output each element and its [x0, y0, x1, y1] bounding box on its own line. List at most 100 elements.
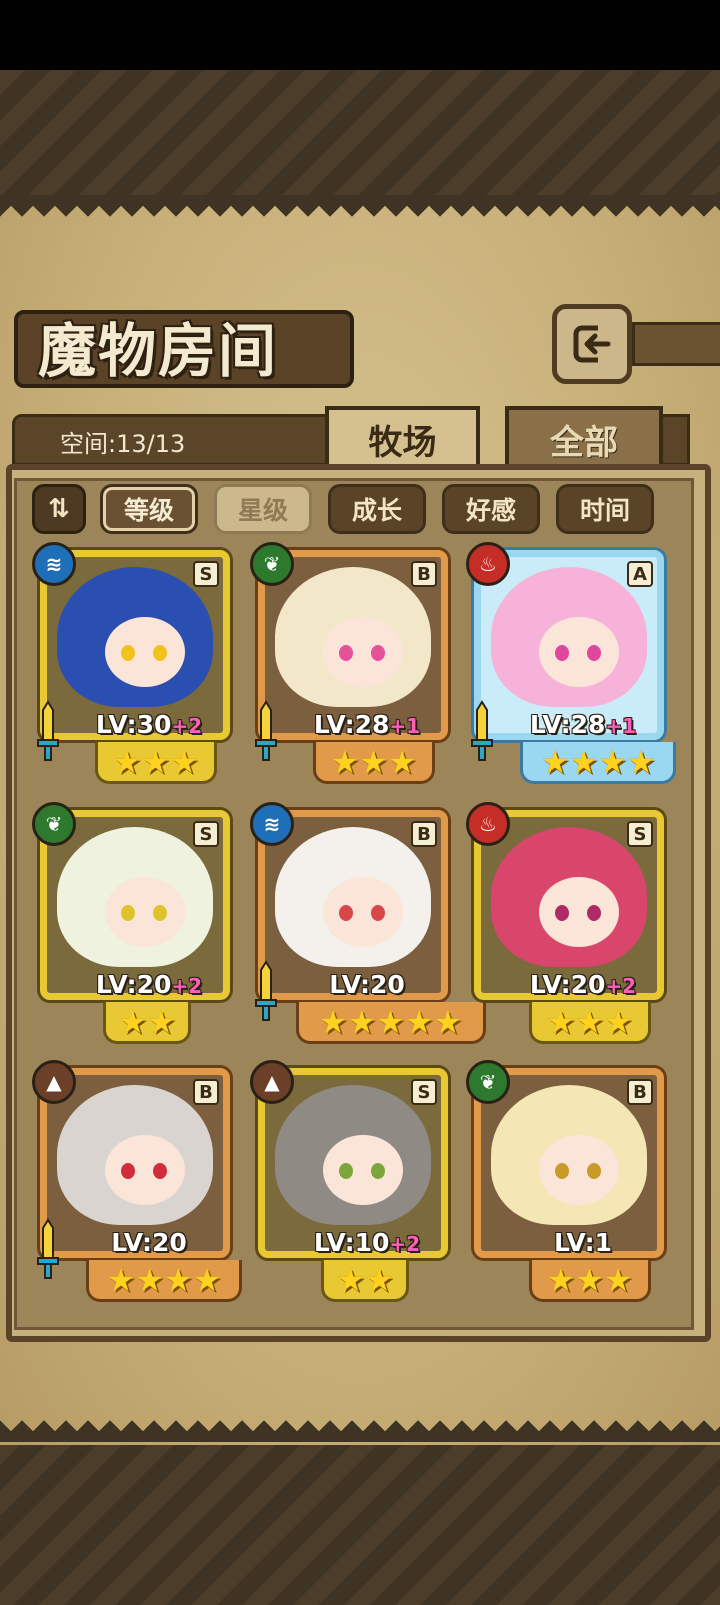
monster-eye: [587, 905, 601, 921]
monster-portrait: [57, 1085, 213, 1225]
sort-order-button[interactable]: ⇅: [32, 484, 86, 534]
grass-element-icon: ❦: [32, 802, 76, 846]
monster-card[interactable]: B ❦ LV:28+1 ★★★: [250, 542, 448, 790]
star-rating: ★★★: [528, 1002, 651, 1044]
level-bonus: +2: [389, 1232, 421, 1256]
monster-eye: [371, 1163, 385, 1179]
level-label: LV:20: [74, 1228, 224, 1257]
monster-card[interactable]: A ♨ LV:28+1 ★★★★: [466, 542, 676, 790]
monster-eye: [587, 1163, 601, 1179]
level-label: LV:28+1: [292, 710, 442, 739]
level-bonus: +1: [605, 714, 637, 738]
fire-element-icon: ♨: [466, 802, 510, 846]
star-rating: ★★: [321, 1260, 409, 1302]
monster-eye: [371, 645, 385, 661]
monster-face: [105, 1135, 185, 1205]
star-rating: ★★★: [528, 1260, 651, 1302]
level-value: LV:30: [95, 710, 172, 739]
monster-eye: [339, 645, 353, 661]
monster-eye: [121, 905, 135, 921]
rank-badge: S: [193, 561, 219, 587]
monster-card[interactable]: B ≋ LV:20 ★★★★★: [250, 802, 486, 1050]
sort-affection-button[interactable]: 好感: [442, 484, 540, 534]
monster-eye: [555, 645, 569, 661]
monster-portrait: [57, 567, 213, 707]
level-bonus: +2: [605, 974, 637, 998]
tab-all[interactable]: 全部: [505, 406, 663, 468]
star-rating: ★★★★★: [295, 1002, 486, 1044]
monster-eye: [555, 1163, 569, 1179]
monster-card[interactable]: B ▲ LV:20 ★★★★: [32, 1060, 242, 1308]
level-value: LV:28: [313, 710, 390, 739]
tab-ranch[interactable]: 牧场: [325, 406, 480, 468]
star-icon: ★★★: [546, 1002, 633, 1041]
background-bottom: [0, 1440, 720, 1605]
monster-eye: [339, 905, 353, 921]
monster-face: [105, 617, 185, 687]
level-label: LV:20+2: [508, 970, 658, 999]
star-icon: ★★: [336, 1260, 394, 1299]
rank-badge: S: [627, 821, 653, 847]
monster-card[interactable]: S ♨ LV:20+2 ★★★: [466, 802, 664, 1050]
monster-card[interactable]: S ❦ LV:20+2 ★★: [32, 802, 230, 1050]
rank-badge: B: [411, 821, 437, 847]
monster-card[interactable]: B ❦ LV:1 ★★★: [466, 1060, 664, 1308]
level-label: LV:1: [508, 1228, 658, 1257]
star-rating: ★★★★: [86, 1260, 242, 1302]
monster-eye: [121, 1163, 135, 1179]
monster-eye: [121, 645, 135, 661]
torn-edge-top: [0, 195, 720, 217]
sword-icon: [471, 700, 493, 761]
water-element-icon: ≋: [250, 802, 294, 846]
level-value: LV:20: [111, 1228, 187, 1257]
monster-card[interactable]: S ▲ LV:10+2 ★★: [250, 1060, 448, 1308]
rank-badge: A: [627, 561, 653, 587]
monster-face: [323, 877, 403, 947]
monster-face: [539, 877, 619, 947]
sort-growth-button[interactable]: 成长: [328, 484, 426, 534]
star-icon: ★★★: [112, 742, 199, 781]
level-value: LV:20: [329, 970, 405, 999]
back-icon: [573, 325, 611, 363]
earth-element-icon: ▲: [250, 1060, 294, 1104]
level-value: LV:20: [529, 970, 606, 999]
level-value: LV:20: [95, 970, 172, 999]
monster-eye: [587, 645, 601, 661]
sword-icon: [37, 1218, 59, 1279]
water-element-icon: ≋: [32, 542, 76, 586]
monster-eye: [371, 905, 385, 921]
sword-icon: [37, 700, 59, 761]
monster-face: [105, 877, 185, 947]
star-icon: ★★★: [546, 1260, 633, 1299]
level-label: LV:20: [292, 970, 442, 999]
sort-level-button[interactable]: 等级: [100, 484, 198, 534]
monster-face: [539, 1135, 619, 1205]
status-bar: [0, 0, 720, 70]
level-bonus: +1: [389, 714, 421, 738]
monster-portrait: [57, 827, 213, 967]
star-icon: ★★: [118, 1002, 176, 1041]
rank-badge: B: [193, 1079, 219, 1105]
rank-badge: S: [411, 1079, 437, 1105]
sword-icon: [255, 960, 277, 1021]
star-icon: ★★★★: [540, 742, 656, 781]
monster-eye: [153, 645, 167, 661]
monster-eye: [153, 905, 167, 921]
star-icon: ★★★: [330, 742, 417, 781]
star-rating: ★★★: [94, 742, 217, 784]
monster-eye: [153, 1163, 167, 1179]
monster-eye: [555, 905, 569, 921]
level-value: LV:10: [313, 1228, 390, 1257]
star-rating: ★★★★: [520, 742, 676, 784]
sort-time-button[interactable]: 时间: [556, 484, 654, 534]
back-button[interactable]: [552, 304, 632, 384]
monster-portrait: [491, 1085, 647, 1225]
level-label: LV:28+1: [508, 710, 658, 739]
rank-badge: B: [627, 1079, 653, 1105]
monster-card[interactable]: S ≋ LV:30+2 ★★★: [32, 542, 230, 790]
capacity-label: 空间:13/13: [60, 430, 186, 458]
back-button-strip: [632, 322, 720, 366]
level-value: LV:1: [553, 1228, 613, 1257]
level-label: LV:30+2: [74, 710, 224, 739]
sort-star-button[interactable]: 星级: [214, 484, 312, 534]
